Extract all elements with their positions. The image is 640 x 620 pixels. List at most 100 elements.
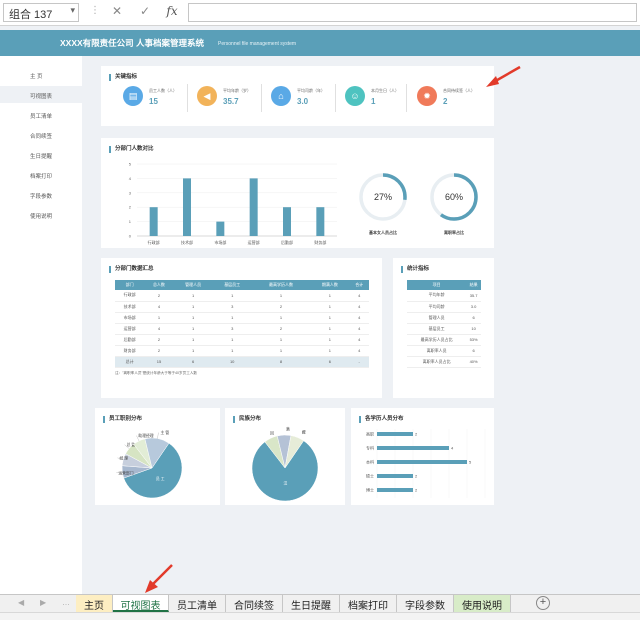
dept-bar-chart: 0 1 2 3 4 5 行政部 技术部 市场部 运营部 后勤部 财务部 [129,162,337,245]
table-cell: 6 [466,312,481,324]
table-cell: 4 [144,301,174,313]
tab-more-icon[interactable]: … [62,598,70,607]
tab-scroll-right-icon[interactable]: ▶ [40,598,46,607]
table-cell: 4 [349,323,369,335]
table-row: 离职率人员 6 [407,345,481,357]
table-cell: 1 [310,312,350,324]
edu-chart-card: 各学历人员分布 高职 2 专科 4 本科 5 硕士 2 博士 2 [351,408,494,505]
y-tick-label: 硕士 [366,473,374,479]
data-label: 2 [415,488,418,493]
table-cell: 4 [349,312,369,324]
tab-employees[interactable]: 员工清单 [169,595,226,612]
formula-bar: 组合 137 ▾ ⋮ ✕ ✓ fx [0,0,640,26]
sidebar-item-charts[interactable]: 可视图表 [0,86,82,103]
table-cell: 8 [251,356,311,368]
table-cell: 35.7 [466,290,481,302]
sidebar-item-fields[interactable]: 字段参数 [0,186,82,203]
cancel-icon[interactable]: ✕ [109,4,125,18]
edu-bar-chart: 高职 2 专科 4 本科 5 硕士 2 博士 2 [366,429,486,498]
name-box[interactable]: 组合 137 ▾ [3,3,79,22]
table-cell: 1 [310,301,350,313]
kpi-card: 关键指标 ▤ 员工人数（人） 15 ◀ 平均年龄（岁） 35.7 ⌂ 平均司龄（… [101,66,494,126]
header-banner: XXXX有限责任公司 人事档案管理系统 Personnel file manag… [0,30,640,56]
table-cell: 4 [349,334,369,346]
sidebar-item-home[interactable]: 主 页 [0,66,82,83]
ethnic-pie-chart: 汉 回 满 藏 [251,427,319,502]
table-cell: 市场部 [115,312,145,324]
table-cell: 1 [310,290,350,302]
x-tick-label: 后勤部 [281,239,293,245]
alarm-icon: ✹ [417,86,437,106]
annotation-arrow-top [486,65,521,87]
table-cell: 技术部 [115,301,145,313]
table-cell: 1 [212,345,252,357]
function-icon[interactable]: fx [164,4,180,18]
table-row: 最高学历人员占比 53% [407,334,481,346]
tab-birthdays[interactable]: 生日提醒 [283,595,340,612]
data-label: 5 [469,460,472,465]
tab-print[interactable]: 档案打印 [340,595,397,612]
stats-title: 统计指标 [401,266,429,273]
kpi-avg-age: ◀ 平均年龄（岁） 35.7 [197,82,267,122]
table-row: 市场部 1 1 1 1 1 4 [115,312,369,324]
house-icon: ⌂ [271,86,291,106]
tab-charts[interactable]: 可视图表 [113,595,169,612]
table-cell: 3 [212,323,252,335]
y-tick-label: 本科 [366,459,374,465]
megaphone-icon: ◀ [197,86,217,106]
table-cell: 4 [349,301,369,313]
tab-help[interactable]: 使用说明 [454,595,511,612]
table-cell: 1 [251,334,311,346]
y-tick-label: 4 [129,176,132,181]
table-cell: 1 [173,345,213,357]
table-cell: 1 [212,290,252,302]
table-cell: 1 [212,334,252,346]
table-row: 财务部 2 1 1 1 1 4 [115,345,369,357]
kpi-avg-tenure: ⌂ 平均司龄（年） 3.0 [271,82,341,122]
donut-chart-turnover: 60% [430,173,478,221]
clipboard-icon: ▤ [123,86,143,106]
data-label: 2 [415,432,418,437]
table-cell: 1 [310,323,350,335]
x-tick-label: 运营部 [248,239,260,245]
dept-chart-card: 分部门人数对比 0 1 2 3 4 5 行政部 技术部 市场部 运营部 后勤部 财务部 27% 基本女… [101,138,494,248]
dept-table-card: 分部门数据汇总 部门 总人数 管理人员 基层员工 最高学历人数 期满人数 合计 行政部 2 1 1… [101,258,382,398]
more-icon: ⋮ [90,5,100,16]
tab-fields[interactable]: 字段参数 [397,595,454,612]
chevron-down-icon[interactable]: ▾ [70,5,75,16]
table-cell: 财务部 [115,345,145,357]
table-cell: 1 [173,323,213,335]
y-tick-label: 0 [129,234,132,239]
pie-label: 助理经理 [138,433,153,438]
pie-label: 员 工 [156,477,165,481]
table-cell: 1 [310,345,350,357]
table-cell: 2 [251,301,311,313]
sidebar-item-birthdays[interactable]: 生日提醒 [0,146,82,163]
table-cell: 2 [144,290,174,302]
data-label: 2 [415,474,418,479]
table-cell: 2 [144,334,174,346]
tab-contracts[interactable]: 合同续签 [226,595,283,612]
formula-input[interactable] [188,3,637,22]
tab-home[interactable]: 主页 [76,595,113,612]
ethnic-pie-card: 民族分布 汉 回 满 藏 [225,408,345,505]
table-cell: - [349,356,369,368]
donut-chart-female: 27% [359,173,407,221]
table-cell: 管理人员 [407,312,467,324]
y-tick-label: 高职 [366,431,374,437]
table-cell: 总计 [115,356,145,368]
bar [377,446,449,450]
confirm-icon[interactable]: ✓ [137,4,153,18]
dept-table-title: 分部门数据汇总 [109,266,154,273]
sidebar-item-print[interactable]: 档案打印 [0,166,82,183]
sidebar-item-help[interactable]: 使用说明 [0,206,82,223]
table-cell: 6 [173,356,213,368]
add-sheet-icon[interactable]: + [536,596,550,610]
tab-scroll-left-icon[interactable]: ◀ [18,598,24,607]
sidebar-item-employees[interactable]: 员工清单 [0,106,82,123]
table-cell: 4 [144,323,174,335]
table-cell: 3.0 [466,301,481,313]
table-note: 注："离职率人员"是统计年龄大于等于40岁员工人数 [115,370,198,375]
donut-value-label: 27% [374,192,392,202]
sidebar-item-contracts[interactable]: 合同续签 [0,126,82,143]
